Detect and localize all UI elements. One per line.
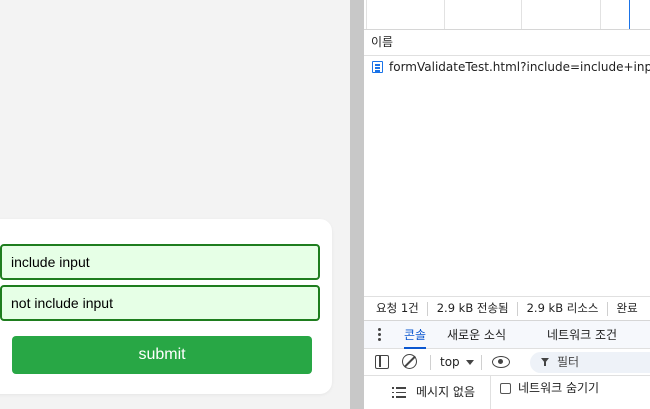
resources-size: 2.9 kB 리소스: [526, 301, 599, 315]
live-expression-eye-icon[interactable]: [492, 356, 510, 368]
console-toolbar: top 필터: [364, 349, 650, 376]
console-body: 메시지 없음 네트워크 숨기기: [364, 376, 650, 409]
devtools-panel: 이름 formValidateTest.html?include=include…: [364, 0, 650, 409]
finish-time: 완료: [616, 301, 638, 315]
drawer-tab-bar: 콘솔 새로운 소식 네트워크 조건: [364, 320, 650, 349]
not-include-input-field[interactable]: not include input: [0, 285, 320, 321]
list-icon: [392, 387, 406, 398]
filter-input[interactable]: 필터: [530, 352, 650, 373]
context-selector[interactable]: top: [440, 349, 460, 376]
network-overview-timeline[interactable]: [364, 0, 650, 30]
hide-network-checkbox[interactable]: [500, 383, 511, 394]
transferred-size: 2.9 kB 전송됨: [436, 301, 509, 315]
sidebar-no-messages[interactable]: 메시지 없음: [416, 384, 475, 400]
request-count: 요청 1건: [376, 301, 419, 315]
sidebar-toggle-icon[interactable]: [375, 355, 389, 369]
more-menu-icon[interactable]: [378, 328, 381, 342]
include-input-field[interactable]: include input: [0, 244, 320, 280]
network-request-row[interactable]: formValidateTest.html?include=include+in…: [364, 57, 650, 77]
tab-network-conditions[interactable]: 네트워크 조건: [547, 321, 617, 349]
devtools-splitter[interactable]: [350, 0, 364, 409]
network-summary-bar: 요청 1건 2.9 kB 전송됨 2.9 kB 리소스 완료: [364, 296, 650, 320]
web-page: include input not include input submit: [0, 0, 350, 409]
tab-console[interactable]: 콘솔: [404, 321, 427, 349]
chevron-down-icon: [466, 360, 474, 365]
clear-console-icon[interactable]: [402, 354, 417, 369]
submit-button[interactable]: submit: [12, 336, 312, 374]
tab-whats-new[interactable]: 새로운 소식: [447, 321, 506, 349]
hide-network-label[interactable]: 네트워크 숨기기: [518, 380, 599, 396]
name-column-header[interactable]: 이름: [364, 30, 650, 56]
filter-placeholder: 필터: [557, 355, 580, 369]
